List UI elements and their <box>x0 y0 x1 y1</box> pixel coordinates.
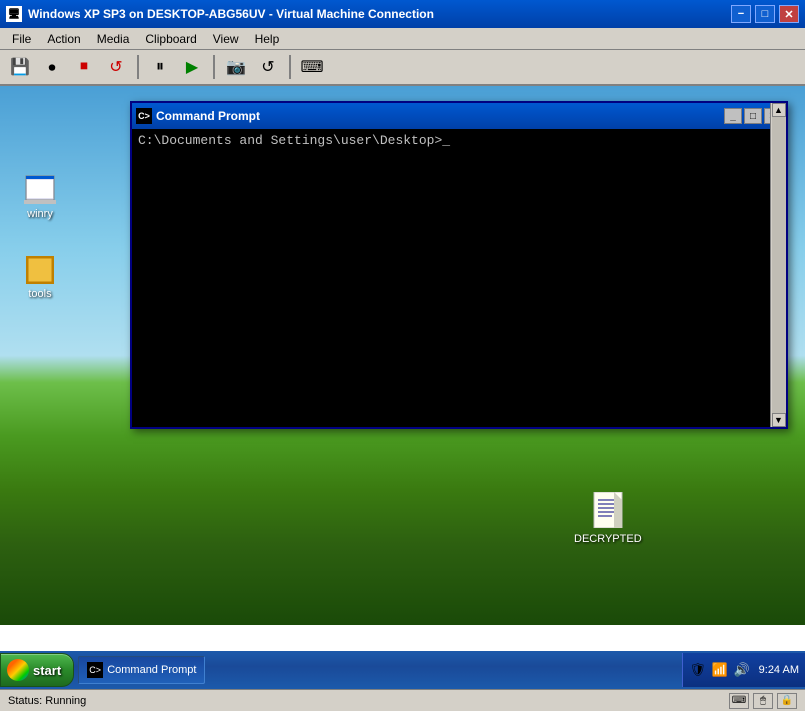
menu-action[interactable]: Action <box>39 30 88 48</box>
start-button[interactable]: start <box>0 653 74 687</box>
desktop-icon-tools[interactable]: tools <box>10 254 70 300</box>
tray-network-icon[interactable]: 📶 <box>711 661 729 679</box>
cmd-title-icon: C> <box>136 108 152 124</box>
play-icon[interactable]: ▶ <box>178 53 206 81</box>
desktop-icon-decrypted[interactable]: DECRYPTED <box>574 492 642 545</box>
vm-title: Windows XP SP3 on DESKTOP-ABG56UV - Virt… <box>28 7 731 21</box>
scroll-down-btn[interactable]: ▼ <box>772 413 786 427</box>
scroll-track[interactable] <box>772 117 786 413</box>
screenshot-icon[interactable]: 📷 <box>222 53 250 81</box>
cmd-body[interactable]: C:\Documents and Settings\user\Desktop>_ <box>132 129 786 427</box>
status-icons: ⌨ 🖱 🔒 <box>729 693 797 709</box>
separator-3 <box>289 55 291 79</box>
taskbar-cmd-item[interactable]: C> Command Prompt <box>78 656 205 684</box>
decrypted-icon-img <box>592 492 624 531</box>
floppy-icon[interactable]: 💾 <box>6 53 34 81</box>
decrypted-label: DECRYPTED <box>574 533 642 545</box>
menu-file[interactable]: File <box>4 30 39 48</box>
taskbar-items: C> Command Prompt <box>78 656 681 684</box>
stop-circle-icon[interactable]: ⏺ <box>38 53 66 81</box>
menu-view[interactable]: View <box>205 30 247 48</box>
start-label: start <box>33 663 61 678</box>
tray-volume-icon[interactable]: 🔊 <box>733 661 751 679</box>
system-tray: 🛡 📶 🔊 9:24 AM <box>682 653 805 687</box>
scroll-up-btn[interactable]: ▲ <box>772 103 786 117</box>
vm-icon: 🖥 <box>6 6 22 22</box>
cmd-content-area: C:\Documents and Settings\user\Desktop>_… <box>132 129 786 427</box>
desktop: winry tools C> Command Prompt _ □ ✕ <box>0 86 805 625</box>
toolbar: 💾 ⏺ ⏹ ↺ ⏸ ▶ 📷 ↺ ⌨ <box>0 50 805 86</box>
menu-help[interactable]: Help <box>247 30 288 48</box>
vm-window-controls: − □ ✕ <box>731 5 799 23</box>
cmd-window: C> Command Prompt _ □ ✕ C:\Documents and… <box>130 101 788 429</box>
status-bar: Status: Running ⌨ 🖱 🔒 <box>0 689 805 711</box>
taskbar-cmd-icon: C> <box>87 662 103 678</box>
cmd-restore-btn[interactable]: □ <box>744 108 762 124</box>
menu-bar: File Action Media Clipboard View Help <box>0 28 805 50</box>
reset-icon[interactable]: ↺ <box>102 53 130 81</box>
taskbar-cmd-label: Command Prompt <box>107 664 196 676</box>
winry-icon <box>24 174 56 206</box>
tray-shield-icon[interactable]: 🛡 <box>689 661 707 679</box>
lock-status-icon: 🔒 <box>777 693 797 709</box>
menu-media[interactable]: Media <box>89 30 138 48</box>
cmd-scrollbar[interactable]: ▲ ▼ <box>770 103 786 427</box>
winry-label: winry <box>27 208 53 220</box>
cmd-title-text: Command Prompt <box>156 109 724 123</box>
system-clock: 9:24 AM <box>759 664 799 676</box>
windows-logo-icon <box>7 659 29 681</box>
tools-icon <box>24 254 56 286</box>
separator-2 <box>213 55 215 79</box>
refresh-icon[interactable]: ↺ <box>254 53 282 81</box>
keyboard-status-icon: ⌨ <box>729 693 749 709</box>
keyboard-icon[interactable]: ⌨ <box>298 53 326 81</box>
pause-icon[interactable]: ⏸ <box>146 53 174 81</box>
cmd-minimize-btn[interactable]: _ <box>724 108 742 124</box>
taskbar: start C> Command Prompt 🛡 📶 🔊 9:24 AM <box>0 651 805 689</box>
cmd-titlebar: C> Command Prompt _ □ ✕ <box>132 103 786 129</box>
vm-titlebar: 🖥 Windows XP SP3 on DESKTOP-ABG56UV - Vi… <box>0 0 805 28</box>
separator-1 <box>137 55 139 79</box>
desktop-icon-winry[interactable]: winry <box>10 174 70 220</box>
status-text: Status: Running <box>8 695 729 707</box>
stop-red-icon[interactable]: ⏹ <box>70 53 98 81</box>
vm-minimize-btn[interactable]: − <box>731 5 751 23</box>
vm-restore-btn[interactable]: □ <box>755 5 775 23</box>
menu-clipboard[interactable]: Clipboard <box>137 30 204 48</box>
tools-label: tools <box>28 288 51 300</box>
mouse-status-icon: 🖱 <box>753 693 773 709</box>
vm-close-btn[interactable]: ✕ <box>779 5 799 23</box>
cmd-prompt: C:\Documents and Settings\user\Desktop>_ <box>138 133 450 148</box>
